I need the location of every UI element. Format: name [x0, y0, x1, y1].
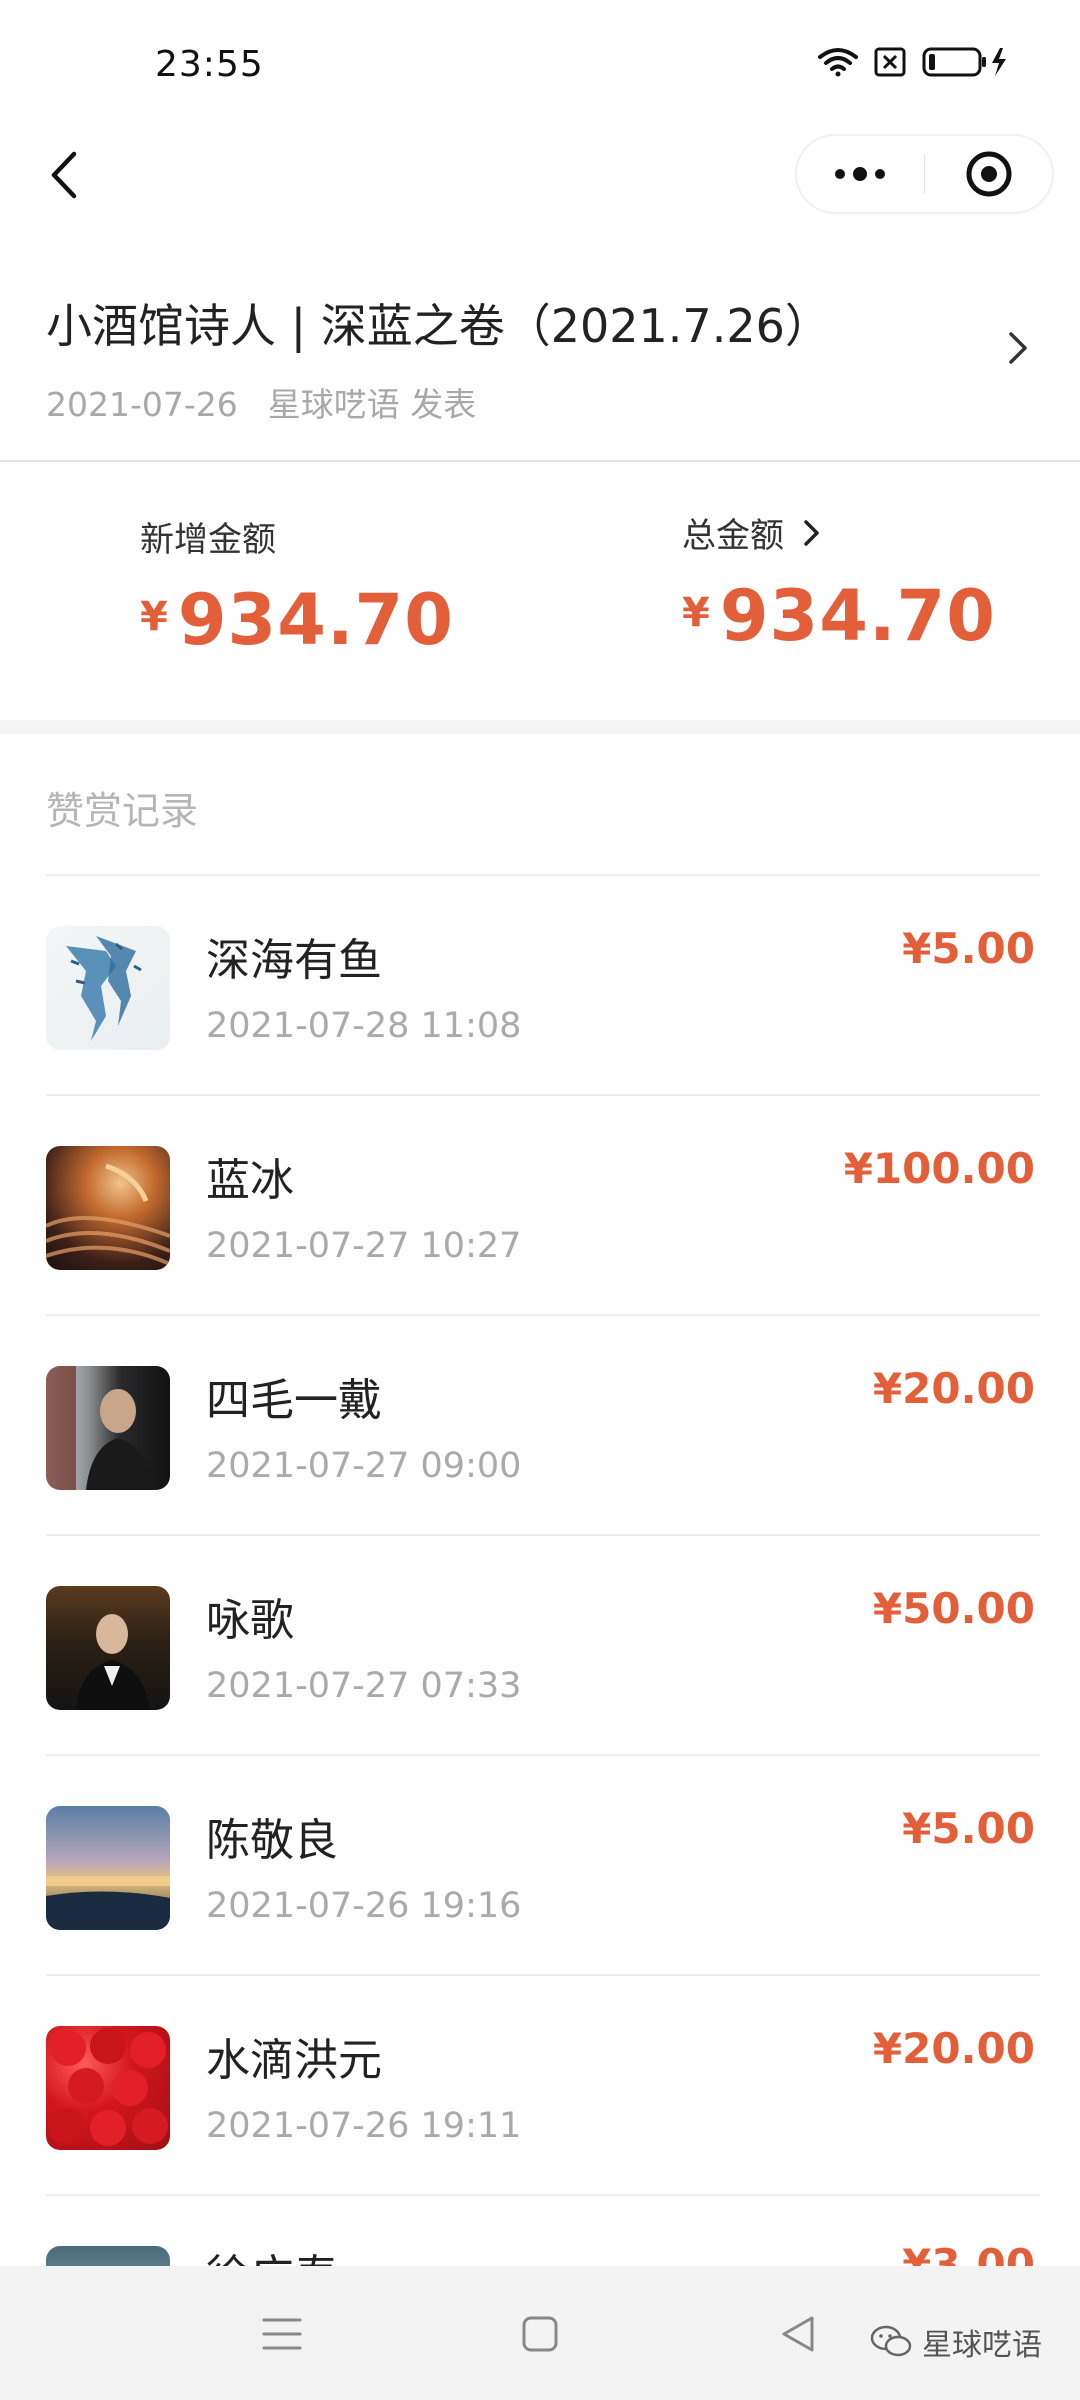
watermark-text: 星球呓语	[922, 2328, 1042, 2363]
strawberries-avatar	[46, 2026, 170, 2150]
donation-time: 2021-07-26 19:16	[206, 1886, 522, 1926]
list-item[interactable]: 咏歌 2021-07-27 07:33 ¥50.00	[0, 1536, 1080, 1756]
system-nav-bar: 星球呓语	[0, 2266, 1080, 2400]
donor-name: 咏歌	[206, 1595, 294, 1646]
donor-name: 陈敬良	[206, 1815, 338, 1866]
new-amount-block: 新增金额 ¥ 934.70	[140, 512, 454, 661]
donor-name: 水滴洪元	[206, 2035, 382, 2086]
donor-name: 深海有鱼	[206, 935, 382, 986]
list-item[interactable]: 陈敬良 2021-07-26 19:16 ¥5.00	[0, 1756, 1080, 1976]
article-date: 2021-07-26	[46, 385, 238, 424]
donor-name: 四毛一戴	[206, 1375, 382, 1426]
chevron-left-icon	[51, 151, 77, 199]
status-time: 23:55	[155, 44, 264, 85]
phoenix-painting-avatar	[46, 1146, 170, 1270]
donation-time: 2021-07-28 11:08	[206, 1006, 522, 1046]
battery-charging-icon	[922, 47, 1006, 77]
donation-amount: ¥20.00	[872, 2024, 1035, 2073]
list-item[interactable]: 水滴洪元 2021-07-26 19:11 ¥20.00	[0, 1976, 1080, 2196]
total-amount-label-row: 总金额	[682, 508, 996, 557]
article-meta: 2021-07-26 星球呓语 发表	[46, 378, 506, 426]
new-amount-currency: ¥	[140, 594, 168, 640]
menu-icon	[262, 2318, 302, 2350]
new-amount-value: ¥ 934.70	[140, 579, 454, 661]
no-sim-icon	[874, 47, 906, 77]
new-amount-number: 934.70	[177, 579, 454, 661]
chevron-right-icon	[1006, 328, 1030, 372]
back-nav-button[interactable]	[766, 2302, 830, 2366]
total-amount-number: 934.70	[719, 575, 996, 657]
section-title: 赞赏记录	[46, 789, 199, 833]
section-gap	[0, 720, 1080, 734]
status-bar: 23:55	[0, 0, 1080, 130]
watermark: 星球呓语	[870, 2320, 1042, 2364]
article-title: 小酒馆诗人 | 深蓝之卷（2021.7.26）	[46, 299, 831, 353]
donation-amount: ¥100.00	[843, 1144, 1035, 1193]
list-item[interactable]: 四毛一戴 2021-07-27 09:00 ¥20.00	[0, 1316, 1080, 1536]
home-button[interactable]	[508, 2302, 572, 2366]
donation-amount: ¥5.00	[902, 1804, 1035, 1853]
donation-time: 2021-07-26 19:11	[206, 2106, 522, 2146]
wechat-icon	[870, 2325, 912, 2357]
donor-name: 蓝冰	[206, 1155, 294, 1206]
new-amount-label: 新增金额	[140, 520, 276, 560]
chevron-right-icon	[804, 519, 819, 546]
back-button[interactable]	[34, 145, 94, 205]
mini-program-capsule	[797, 136, 1052, 212]
menu-button[interactable]	[250, 2302, 314, 2366]
triangle-back-icon	[782, 2316, 814, 2352]
more-button[interactable]	[797, 136, 924, 212]
fish-school-avatar	[46, 926, 170, 1050]
list-item[interactable]: 深海有鱼 2021-07-28 11:08 ¥5.00	[0, 876, 1080, 1096]
close-program-button[interactable]	[925, 136, 1052, 212]
sunset-sky-avatar	[46, 1806, 170, 1930]
donation-amount: ¥20.00	[872, 1364, 1035, 1413]
total-amount-value: ¥ 934.70	[682, 575, 996, 657]
total-amount-label: 总金额	[682, 516, 784, 556]
article-header[interactable]: 小酒馆诗人 | 深蓝之卷（2021.7.26） 2021-07-26 星球呓语 发…	[0, 270, 1080, 460]
reward-record-list: 深海有鱼 2021-07-28 11:08 ¥5.00 蓝冰 2021-07-2…	[0, 876, 1080, 2286]
article-author: 星球呓语 发表	[267, 385, 477, 424]
amount-summary: 新增金额 ¥ 934.70 总金额 ¥ 934.70	[0, 462, 1080, 720]
donation-amount: ¥50.00	[872, 1584, 1035, 1633]
total-amount-block[interactable]: 总金额 ¥ 934.70	[682, 508, 996, 657]
reward-records-screen: 23:55 小酒馆诗人 | 深蓝之卷（2021.7.26） 2021-07-26…	[0, 0, 1080, 2400]
status-icons	[818, 46, 1010, 78]
more-dots-icon	[835, 167, 886, 181]
donation-time: 2021-07-27 09:00	[206, 1446, 522, 1486]
home-square-icon	[522, 2316, 558, 2352]
classic-portrait-avatar	[46, 1586, 170, 1710]
donation-time: 2021-07-27 07:33	[206, 1666, 522, 1706]
target-close-icon	[966, 151, 1012, 197]
donation-time: 2021-07-27 10:27	[206, 1226, 522, 1266]
list-item[interactable]: 蓝冰 2021-07-27 10:27 ¥100.00	[0, 1096, 1080, 1316]
total-amount-currency: ¥	[682, 590, 710, 636]
donation-amount: ¥5.00	[902, 924, 1035, 973]
wifi-icon	[818, 48, 858, 77]
man-portrait-avatar	[46, 1366, 170, 1490]
